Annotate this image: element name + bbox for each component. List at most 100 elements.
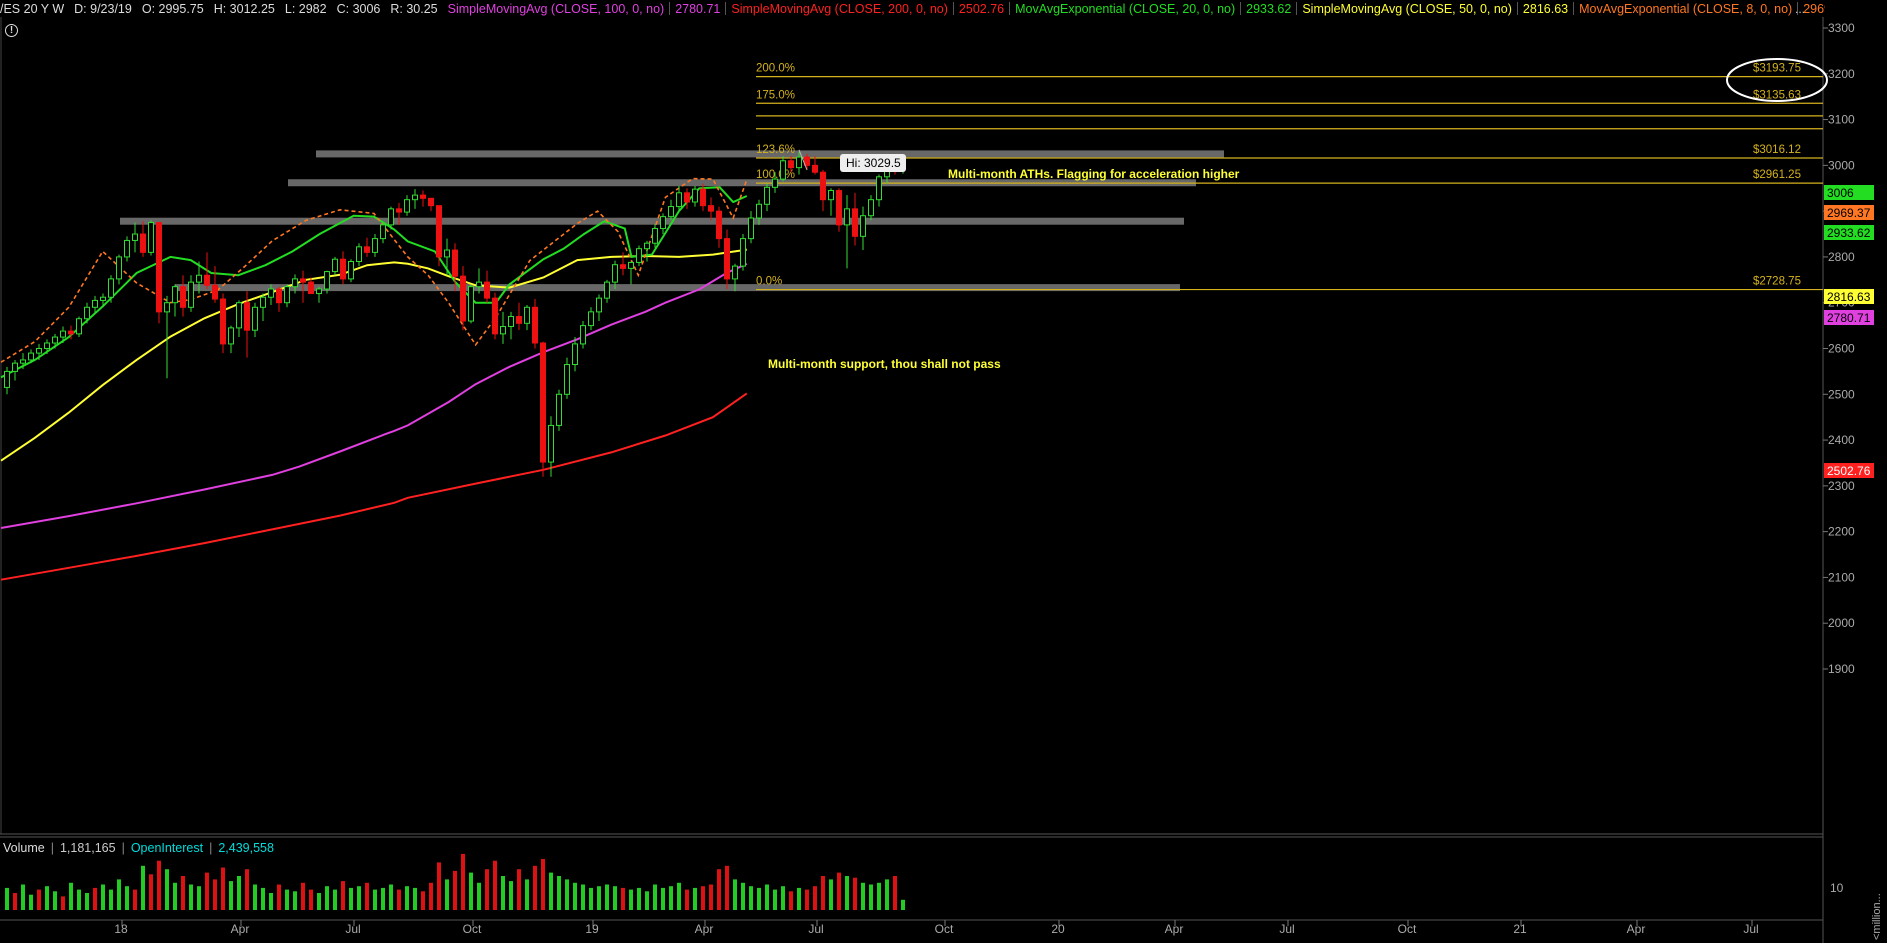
- open-interest-value: 2,439,558: [218, 841, 274, 855]
- candle-body: [660, 216, 666, 230]
- candle-body: [596, 297, 602, 313]
- volume-bar: [53, 891, 57, 910]
- candle-body: [692, 188, 698, 203]
- candle-body: [612, 264, 618, 283]
- volume-bar: [181, 876, 185, 910]
- time-tick-label: 20: [1051, 922, 1065, 936]
- candle-body: [556, 393, 562, 426]
- price-tick-label: 3100: [1828, 113, 1855, 127]
- volume-bar: [101, 884, 105, 910]
- fib-price-label: $2728.75: [1753, 276, 1801, 288]
- candle-body: [828, 190, 834, 201]
- volume-bar: [773, 889, 777, 910]
- fib-price-label: $2961.25: [1753, 169, 1801, 181]
- candle-body: [804, 156, 810, 166]
- candle-body: [236, 302, 242, 329]
- candle-body: [572, 343, 578, 366]
- volume-bar: [853, 877, 857, 910]
- candle-body: [60, 330, 66, 338]
- candle-body: [580, 325, 586, 345]
- volume-bar: [573, 882, 577, 910]
- volume-bar: [789, 891, 793, 910]
- price-tick-label: 2600: [1828, 342, 1855, 356]
- candle-body: [684, 192, 690, 203]
- candle-body: [636, 248, 642, 263]
- candle-body: [524, 306, 530, 324]
- volume-bar: [693, 887, 697, 910]
- candle-body: [476, 281, 482, 288]
- volume-bar: [557, 876, 561, 910]
- hi-callout-label: Hi: 3029.5: [846, 156, 901, 170]
- volume-bar: [13, 893, 17, 910]
- fib-pct-label: 123.6%: [756, 144, 795, 156]
- candle-body: [852, 208, 858, 237]
- volume-bar: [325, 886, 329, 910]
- candle-body: [340, 258, 346, 280]
- candle-body: [212, 284, 218, 300]
- volume-value: 1,181,165: [59, 841, 116, 855]
- volume-bar: [149, 874, 153, 910]
- volume-label: Volume: [3, 841, 45, 855]
- candle-body: [484, 281, 490, 299]
- candle-body: [724, 238, 730, 280]
- volume-bar: [565, 879, 569, 910]
- volume-bar: [141, 865, 145, 910]
- candle-body: [396, 208, 402, 213]
- time-tick-label: Jul: [1743, 922, 1758, 936]
- candle-body: [260, 296, 266, 308]
- volume-bar: [541, 859, 545, 910]
- candle-body: [516, 315, 522, 324]
- candle-body: [604, 281, 610, 299]
- volume-bar: [781, 886, 785, 910]
- volume-bar: [45, 886, 49, 910]
- time-tick-label: Oct: [463, 922, 482, 936]
- volume-unit-label: <million...: [1871, 893, 1883, 940]
- candle-body: [820, 171, 826, 201]
- volume-bar: [133, 889, 137, 910]
- candle-body: [756, 203, 762, 219]
- volume-bar: [365, 882, 369, 910]
- volume-bar: [269, 893, 273, 910]
- volume-bar: [429, 882, 433, 910]
- price-chart[interactable]: 3300320031003000290028002700260025002400…: [0, 0, 1887, 943]
- candle-body: [52, 336, 58, 344]
- volume-bar: [85, 893, 89, 910]
- time-tick-label: 19: [585, 922, 599, 936]
- volume-bar: [765, 884, 769, 910]
- volume-bar: [405, 886, 409, 910]
- candle-body: [100, 296, 106, 301]
- candle-body: [180, 286, 186, 308]
- volume-bar: [93, 887, 97, 910]
- price-tick-label: 2500: [1828, 387, 1855, 401]
- volume-bar: [69, 882, 73, 910]
- candle-body: [772, 178, 778, 188]
- candle-body: [28, 352, 34, 361]
- price-tick-label: 2800: [1828, 250, 1855, 264]
- candle-body: [740, 238, 746, 267]
- volume-bar: [245, 869, 249, 910]
- candle-body: [44, 342, 50, 349]
- resistance-zone: [120, 217, 1184, 225]
- open-interest-label: OpenInterest: [130, 841, 204, 855]
- candle-body: [428, 197, 434, 207]
- candle-body: [628, 261, 634, 269]
- volume-bar: [437, 862, 441, 910]
- moving-average-line: [0, 262, 748, 529]
- fib-pct-label: 175.0%: [756, 89, 795, 101]
- candle-body: [452, 249, 458, 277]
- volume-bar: [197, 886, 201, 910]
- volume-bar: [653, 884, 657, 910]
- volume-bar: [613, 886, 617, 910]
- price-badge-label: 3006: [1827, 186, 1854, 200]
- candle-body: [244, 302, 250, 331]
- volume-bar: [549, 872, 553, 910]
- price-badge-label: 2502.76: [1827, 464, 1871, 478]
- price-tick-label: 2000: [1828, 616, 1855, 630]
- volume-bar: [21, 884, 25, 910]
- candle-body: [220, 298, 226, 345]
- candle-body: [588, 311, 594, 327]
- candle-body: [500, 326, 506, 335]
- fib-price-label: $3193.75: [1753, 63, 1801, 75]
- volume-bar: [845, 876, 849, 910]
- volume-bar: [805, 889, 809, 910]
